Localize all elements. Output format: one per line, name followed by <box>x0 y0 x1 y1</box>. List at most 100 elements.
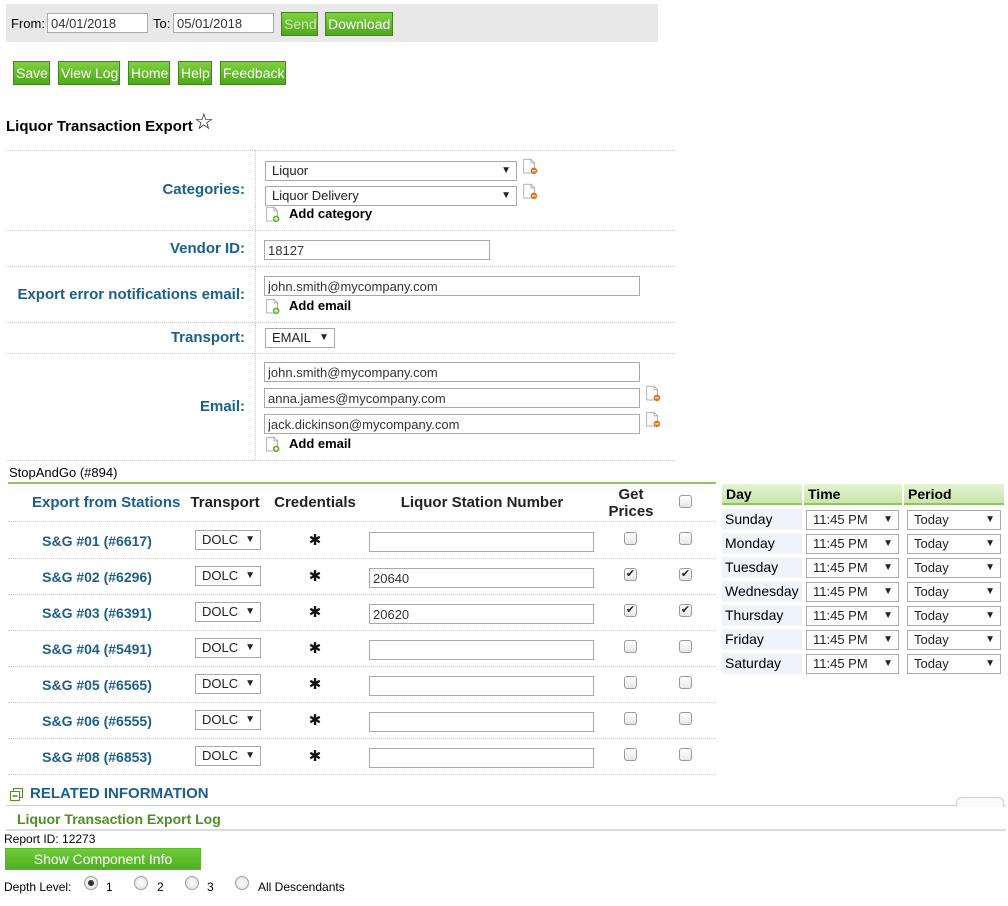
get-prices-checkbox[interactable]: ✔ <box>624 568 637 581</box>
schedule-day: Saturday <box>722 653 802 674</box>
station-name[interactable]: S&G #03 (#6391) <box>20 605 174 621</box>
remove-category-icon[interactable] <box>523 182 539 201</box>
remove-email-icon[interactable] <box>646 384 662 403</box>
category-select[interactable]: Liquor Delivery ▼ <box>265 186 517 206</box>
credentials-gear-icon[interactable]: ✱ <box>308 605 322 620</box>
station-transport-select[interactable]: DOLC ▼ <box>195 602 261 622</box>
liquor-station-number-input[interactable] <box>369 712 594 732</box>
schedule-time-value: 11:45 PM <box>813 656 868 671</box>
send-button[interactable]: Send <box>281 12 318 36</box>
schedule-period-select[interactable]: Today ▼ <box>907 534 1001 554</box>
liquor-station-number-input[interactable] <box>369 604 594 624</box>
get-prices-checkbox[interactable] <box>624 712 637 725</box>
row-select-checkbox[interactable]: ✔ <box>679 568 692 581</box>
email-input[interactable] <box>264 414 640 434</box>
report-id: Report ID: 12273 <box>4 832 96 846</box>
row-select-checkbox[interactable] <box>679 532 692 545</box>
email-input[interactable] <box>264 362 640 382</box>
depth-radio-all[interactable] <box>235 876 249 890</box>
get-prices-checkbox[interactable] <box>624 748 637 761</box>
add-category-icon[interactable] <box>266 205 282 224</box>
row-select-checkbox[interactable]: ✔ <box>679 604 692 617</box>
row-select-checkbox[interactable] <box>679 640 692 653</box>
station-name[interactable]: S&G #04 (#5491) <box>20 641 174 657</box>
station-transport-value: DOLC <box>202 568 239 583</box>
remove-email-icon[interactable] <box>646 410 662 429</box>
depth-level-label: Depth Level: <box>4 880 72 894</box>
credentials-gear-icon[interactable]: ✱ <box>308 749 322 764</box>
station-transport-select[interactable]: DOLC ▼ <box>195 530 261 550</box>
dropdown-arrow-icon: ▼ <box>883 586 893 597</box>
schedule-time-select[interactable]: 11:45 PM ▼ <box>806 606 899 626</box>
row-select-checkbox[interactable] <box>679 712 692 725</box>
station-transport-value: DOLC <box>202 604 239 619</box>
vendor-id-input[interactable] <box>264 240 490 260</box>
credentials-gear-icon[interactable]: ✱ <box>308 677 322 692</box>
add-category-link[interactable]: Add category <box>289 206 372 221</box>
station-transport-select[interactable]: DOLC ▼ <box>195 710 261 730</box>
depth-radio-3[interactable] <box>185 876 199 890</box>
schedule-time-select[interactable]: 11:45 PM ▼ <box>806 630 899 650</box>
station-transport-select[interactable]: DOLC ▼ <box>195 746 261 766</box>
transport-select[interactable]: EMAIL ▼ <box>265 328 335 348</box>
schedule-time-select[interactable]: 11:45 PM ▼ <box>806 510 899 530</box>
station-name[interactable]: S&G #02 (#6296) <box>20 569 174 585</box>
credentials-gear-icon[interactable]: ✱ <box>308 641 322 656</box>
schedule-period-select[interactable]: Today ▼ <box>907 606 1001 626</box>
liquor-station-number-input[interactable] <box>369 748 594 768</box>
add-email-link[interactable]: Add email <box>289 298 351 313</box>
download-button[interactable]: Download <box>325 12 393 36</box>
schedule-time-select[interactable]: 11:45 PM ▼ <box>806 534 899 554</box>
station-name[interactable]: S&G #08 (#6853) <box>20 749 174 765</box>
email-input[interactable] <box>264 388 640 408</box>
dropdown-arrow-icon: ▼ <box>245 750 255 761</box>
liquor-station-number-input[interactable] <box>369 532 594 552</box>
station-name[interactable]: S&G #06 (#6555) <box>20 713 174 729</box>
remove-category-icon[interactable] <box>523 157 539 176</box>
schedule-time-select[interactable]: 11:45 PM ▼ <box>806 582 899 602</box>
row-select-checkbox[interactable] <box>679 748 692 761</box>
credentials-gear-icon[interactable]: ✱ <box>308 713 322 728</box>
schedule-period-select[interactable]: Today ▼ <box>907 558 1001 578</box>
show-component-info-button[interactable]: Show Component Info <box>5 848 201 870</box>
station-transport-select[interactable]: DOLC ▼ <box>195 566 261 586</box>
schedule-time-select[interactable]: 11:45 PM ▼ <box>806 558 899 578</box>
schedule-period-select[interactable]: Today ▼ <box>907 630 1001 650</box>
station-transport-select[interactable]: DOLC ▼ <box>195 638 261 658</box>
export-log-link[interactable]: Liquor Transaction Export Log <box>17 811 221 827</box>
select-all-checkbox[interactable] <box>679 495 692 508</box>
credentials-gear-icon[interactable]: ✱ <box>308 569 322 584</box>
schedule-period-select[interactable]: Today ▼ <box>907 654 1001 674</box>
schedule-period-select[interactable]: Today ▼ <box>907 510 1001 530</box>
schedule-time-select[interactable]: 11:45 PM ▼ <box>806 654 899 674</box>
depth-radio-2[interactable] <box>134 876 148 890</box>
dropdown-arrow-icon: ▼ <box>985 514 995 525</box>
get-prices-checkbox[interactable]: ✔ <box>624 604 637 617</box>
station-name[interactable]: S&G #05 (#6565) <box>20 677 174 693</box>
add-email-link[interactable]: Add email <box>289 436 351 451</box>
get-prices-checkbox[interactable] <box>624 532 637 545</box>
schedule-day: Thursday <box>722 605 802 626</box>
station-transport-select[interactable]: DOLC ▼ <box>195 674 261 694</box>
error-email-input[interactable] <box>264 276 640 296</box>
station-transport-value: DOLC <box>202 532 239 547</box>
row-select-checkbox[interactable] <box>679 676 692 689</box>
liquor-station-number-input[interactable] <box>369 676 594 696</box>
get-prices-checkbox[interactable] <box>624 640 637 653</box>
collapse-icon[interactable] <box>10 788 23 801</box>
schedule-period-value: Today <box>914 536 949 551</box>
credentials-gear-icon[interactable]: ✱ <box>308 533 322 548</box>
get-prices-checkbox[interactable] <box>624 676 637 689</box>
col-header-credentials: Credentials <box>274 494 356 511</box>
depth-option-label: 2 <box>157 880 164 894</box>
liquor-station-number-input[interactable] <box>369 640 594 660</box>
add-email-icon[interactable] <box>266 297 282 316</box>
liquor-station-number-input[interactable] <box>369 568 594 588</box>
schedule-day: Tuesday <box>722 557 802 578</box>
category-select[interactable]: Liquor ▼ <box>265 161 517 181</box>
add-email-icon[interactable] <box>266 435 282 454</box>
depth-radio-1[interactable] <box>84 876 98 890</box>
schedule-period-select[interactable]: Today ▼ <box>907 582 1001 602</box>
station-name[interactable]: S&G #01 (#6617) <box>20 533 174 549</box>
dropdown-arrow-icon: ▼ <box>883 514 893 525</box>
